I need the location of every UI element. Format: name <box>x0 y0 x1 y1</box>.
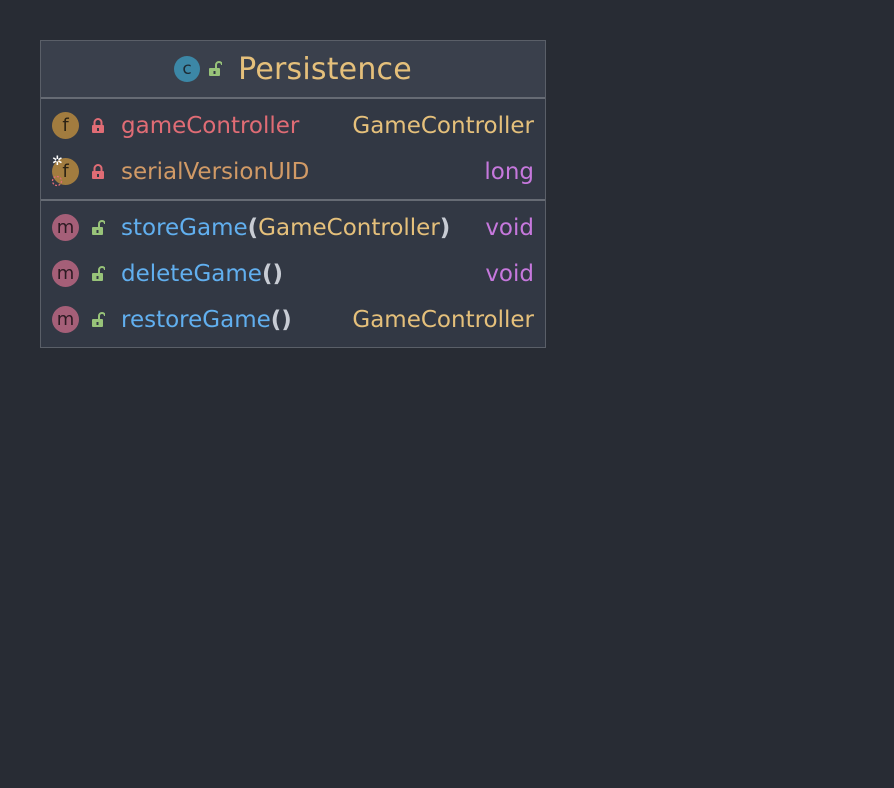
method-return-type: void <box>485 261 534 287</box>
field-row[interactable]: f ✲ serialVersionUID long <box>41 149 545 195</box>
method-params: GameController <box>258 215 440 241</box>
method-row[interactable]: m storeGame(GameController) void <box>41 205 545 251</box>
field-icon: f <box>52 112 79 139</box>
public-unlock-icon <box>92 266 105 281</box>
methods-section: m storeGame(GameController) void m delet… <box>41 199 545 347</box>
method-row[interactable]: m deleteGame() void <box>41 251 545 297</box>
method-return-type: GameController <box>352 307 534 333</box>
fields-section: f gameController GameController f ✲ seri… <box>41 99 545 199</box>
public-unlock-icon <box>92 312 105 327</box>
method-row[interactable]: m restoreGame() GameController <box>41 297 545 343</box>
public-unlock-icon <box>92 220 105 235</box>
private-lock-icon <box>92 164 104 179</box>
class-node-persistence[interactable]: c Persistence f gameController GameContr… <box>40 40 546 348</box>
open-paren: ( <box>247 215 259 241</box>
class-icon: c <box>174 56 201 82</box>
static-modifier-icon: ✲ <box>52 154 63 169</box>
close-paren: ) <box>272 261 283 287</box>
open-paren: ( <box>270 307 282 333</box>
method-signature: deleteGame() <box>121 261 283 287</box>
method-icon: m <box>52 214 79 241</box>
method-name: restoreGame <box>121 307 271 333</box>
close-paren: ) <box>281 307 292 333</box>
method-signature: storeGame(GameController) <box>121 215 450 241</box>
method-icon: m <box>52 260 79 287</box>
final-modifier-icon <box>51 175 63 187</box>
close-paren: ) <box>439 215 451 241</box>
method-name: storeGame <box>121 215 248 241</box>
field-type: GameController <box>352 113 534 139</box>
field-name: gameController <box>121 113 300 139</box>
field-name: serialVersionUID <box>121 159 310 185</box>
method-signature: restoreGame() <box>121 307 292 333</box>
public-unlock-icon <box>209 61 223 76</box>
field-row[interactable]: f gameController GameController <box>41 103 545 149</box>
class-name: Persistence <box>238 51 412 87</box>
open-paren: ( <box>261 261 273 287</box>
field-type: long <box>484 159 534 185</box>
class-header: c Persistence <box>41 41 545 99</box>
method-return-type: void <box>485 215 534 241</box>
method-name: deleteGame <box>121 261 262 287</box>
method-icon: m <box>52 306 79 333</box>
private-lock-icon <box>92 118 104 133</box>
